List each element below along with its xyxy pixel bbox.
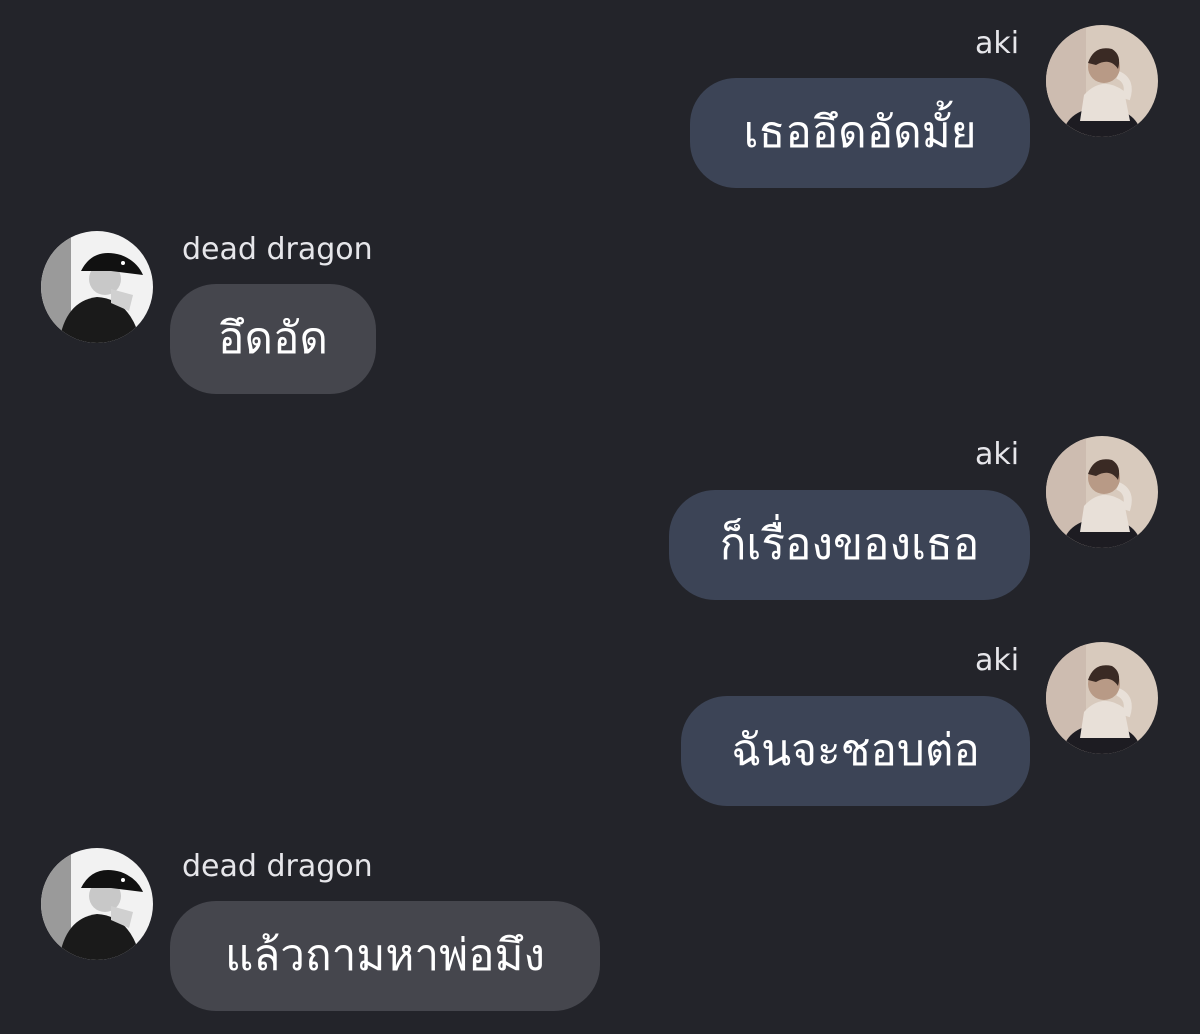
dead-dragon-avatar[interactable] — [41, 848, 153, 960]
message-bubble[interactable]: แล้วถามหาพ่อมึง — [170, 901, 600, 1011]
sender-name: aki — [975, 643, 1020, 678]
dead-dragon-avatar[interactable] — [41, 231, 153, 343]
sender-name: dead dragon — [182, 849, 373, 884]
message-bubble[interactable]: อึดอัด — [170, 284, 376, 394]
sender-name: aki — [975, 437, 1020, 472]
aki-avatar[interactable] — [1046, 642, 1158, 754]
message-bubble[interactable]: เธออึดอัดมั้ย — [690, 78, 1030, 188]
aki-avatar[interactable] — [1046, 25, 1158, 137]
sender-name: dead dragon — [182, 232, 373, 267]
message-bubble[interactable]: ก็เรื่องของเธอ — [669, 490, 1030, 600]
message-bubble[interactable]: ฉันจะชอบต่อ — [681, 696, 1030, 806]
aki-avatar[interactable] — [1046, 436, 1158, 548]
sender-name: aki — [975, 26, 1020, 61]
